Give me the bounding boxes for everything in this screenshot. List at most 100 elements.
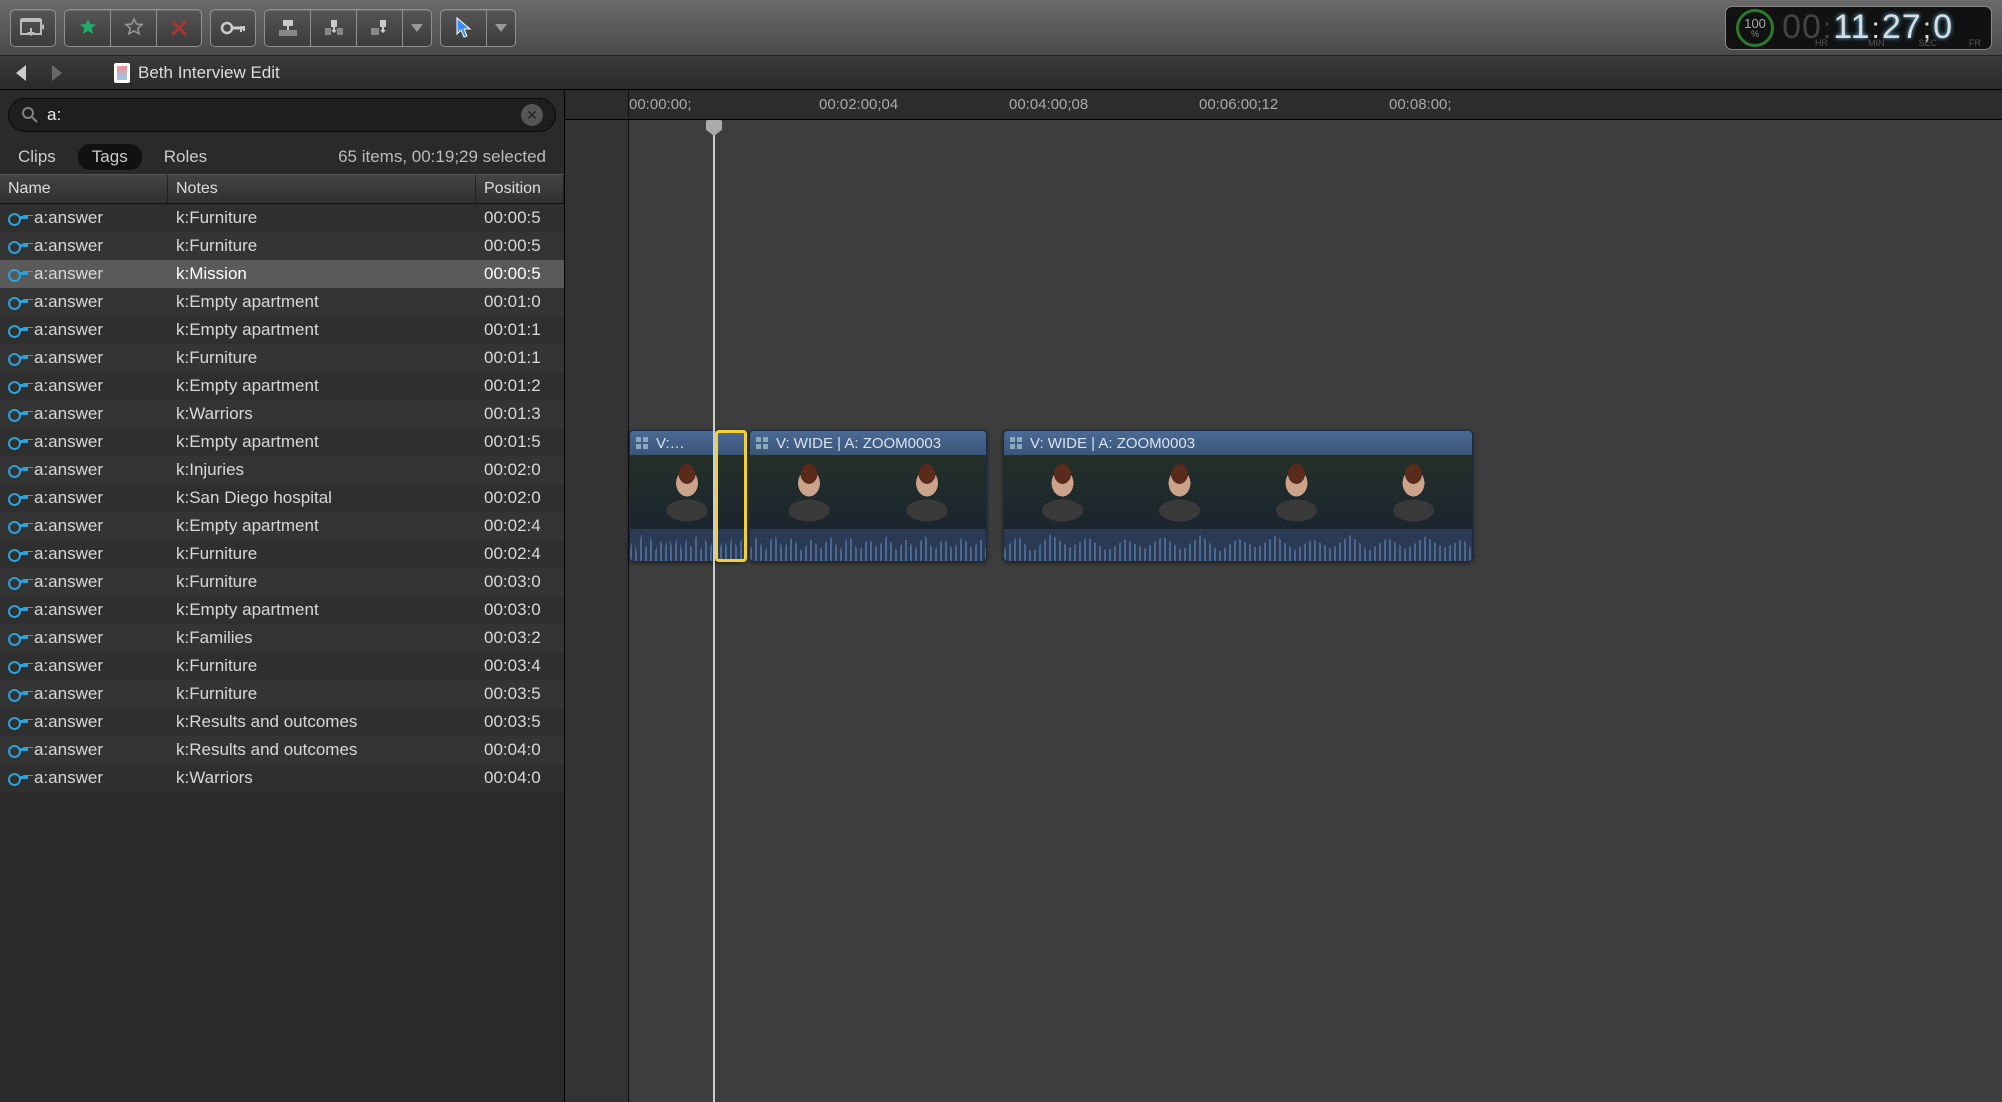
timeline-clip[interactable]: V:… [629, 430, 745, 562]
table-row[interactable]: a:answerk:Furniture00:02:4 [0, 540, 564, 568]
table-row[interactable]: a:answerk:Empty apartment00:01:1 [0, 316, 564, 344]
row-notes: k:Empty apartment [168, 600, 476, 620]
import-media-button[interactable] [10, 9, 56, 47]
table-row[interactable]: a:answerk:Furniture00:01:1 [0, 344, 564, 372]
row-notes: k:Furniture [168, 236, 476, 256]
timeline-gutter [565, 120, 629, 1102]
project-name[interactable]: Beth Interview Edit [114, 63, 280, 83]
table-row[interactable]: a:answerk:Results and outcomes00:04:0 [0, 736, 564, 764]
search-field[interactable]: ✕ [8, 98, 556, 132]
index-table-body[interactable]: a:answerk:Furniture00:00:5a:answerk:Furn… [0, 204, 564, 1102]
ruler-tick: 00:04:00;08 [1009, 96, 1088, 113]
index-filter-row: Clips Tags Roles 65 items, 00:19;29 sele… [0, 140, 564, 174]
project-icon [114, 63, 130, 83]
clip-waveform [1004, 529, 1472, 562]
reject-button[interactable] [156, 9, 202, 47]
table-row[interactable]: a:answerk:Warriors00:01:3 [0, 400, 564, 428]
filmstrip-icon [1010, 437, 1024, 449]
selection-tool-button[interactable] [440, 9, 486, 47]
row-notes: k:Furniture [168, 572, 476, 592]
table-row[interactable]: a:answerk:Furniture00:00:5 [0, 232, 564, 260]
row-notes: k:San Diego hospital [168, 488, 476, 508]
keyword-icon [8, 604, 28, 616]
row-notes: k:Mission [168, 264, 476, 284]
insert-button[interactable] [310, 9, 356, 47]
table-row[interactable]: a:answerk:San Diego hospital00:02:0 [0, 484, 564, 512]
table-row[interactable]: a:answerk:Empty apartment00:01:2 [0, 372, 564, 400]
row-name: a:answer [34, 600, 103, 620]
append-button[interactable] [356, 9, 402, 47]
tab-clips[interactable]: Clips [18, 147, 56, 167]
column-header-name[interactable]: Name [0, 175, 168, 203]
column-header-notes[interactable]: Notes [168, 175, 476, 203]
row-position: 00:02:0 [476, 488, 564, 508]
column-header-position[interactable]: Position [476, 175, 564, 203]
tools-dropdown[interactable] [486, 9, 516, 47]
render-percent-ring: 100 % [1736, 9, 1774, 47]
table-row[interactable]: a:answerk:Empty apartment00:02:4 [0, 512, 564, 540]
row-notes: k:Furniture [168, 348, 476, 368]
row-notes: k:Empty apartment [168, 376, 476, 396]
row-notes: k:Results and outcomes [168, 740, 476, 760]
clip-label: V:… [656, 435, 685, 452]
table-row[interactable]: a:answerk:Furniture00:03:0 [0, 568, 564, 596]
rating-group [64, 9, 202, 47]
filmstrip-icon [756, 437, 770, 449]
row-position: 00:01:3 [476, 404, 564, 424]
index-table-header: Name Notes Position [0, 174, 564, 204]
table-row[interactable]: a:answerk:Furniture00:03:5 [0, 680, 564, 708]
row-position: 00:01:1 [476, 348, 564, 368]
row-name: a:answer [34, 432, 103, 452]
timeline-clip[interactable]: V: WIDE | A: ZOOM0003 [749, 430, 987, 562]
project-bar: Beth Interview Edit [0, 56, 2002, 90]
video-track[interactable]: V:… V: WIDE | A: ZOOM0003 V: WIDE | A: ZOO… [629, 430, 2002, 562]
table-row[interactable]: a:answerk:Empty apartment00:01:5 [0, 428, 564, 456]
row-position: 00:03:2 [476, 628, 564, 648]
main-toolbar: 100 % 00: 11: 27; 0 HR MIN SEC FR [0, 0, 2002, 56]
table-row[interactable]: a:answerk:Injuries00:02:0 [0, 456, 564, 484]
row-notes: k:Furniture [168, 208, 476, 228]
clip-label: V: WIDE | A: ZOOM0003 [776, 435, 941, 452]
keyword-icon [8, 632, 28, 644]
favorite-button[interactable] [64, 9, 110, 47]
table-row[interactable]: a:answerk:Empty apartment00:01:0 [0, 288, 564, 316]
timeline-panel: 00:00:00;00:02:00;0400:04:00;0800:06:00;… [565, 90, 2002, 1102]
connect-button[interactable] [264, 9, 310, 47]
clear-search-button[interactable]: ✕ [521, 104, 543, 126]
table-row[interactable]: a:answerk:Results and outcomes00:03:5 [0, 708, 564, 736]
row-name: a:answer [34, 404, 103, 424]
tab-tags[interactable]: Tags [78, 144, 142, 170]
history-back-button[interactable] [12, 63, 32, 83]
keyword-icon [8, 436, 28, 448]
timeline-body[interactable]: V:… V: WIDE | A: ZOOM0003 V: WIDE | A: ZOO… [565, 120, 2002, 1102]
row-position: 00:03:4 [476, 656, 564, 676]
row-position: 00:01:1 [476, 320, 564, 340]
table-row[interactable]: a:answerk:Furniture00:00:5 [0, 204, 564, 232]
unrate-button[interactable] [110, 9, 156, 47]
search-input[interactable] [39, 105, 521, 125]
row-position: 00:01:5 [476, 432, 564, 452]
table-row[interactable]: a:answerk:Warriors00:04:0 [0, 764, 564, 792]
edit-tools-group [264, 9, 432, 47]
row-notes: k:Injuries [168, 460, 476, 480]
table-row[interactable]: a:answerk:Families00:03:2 [0, 624, 564, 652]
timeline-clip[interactable]: V: WIDE | A: ZOOM0003 [1003, 430, 1473, 562]
table-row[interactable]: a:answer k:Empty apartment00:03:0 [0, 596, 564, 624]
table-row[interactable]: a:answerk:Mission00:00:5 [0, 260, 564, 288]
row-name: a:answer [34, 460, 103, 480]
timeline-ruler[interactable]: 00:00:00;00:02:00;0400:04:00;0800:06:00;… [565, 90, 2002, 120]
playhead[interactable] [713, 120, 715, 1102]
keyword-icon [8, 296, 28, 308]
row-name: a:answer [34, 320, 103, 340]
tab-roles[interactable]: Roles [164, 147, 207, 167]
table-row[interactable]: a:answerk:Furniture00:03:4 [0, 652, 564, 680]
row-position: 00:00:5 [476, 208, 564, 228]
row-position: 00:03:0 [476, 600, 564, 620]
keyword-editor-button[interactable] [210, 9, 256, 47]
clip-thumbnails [630, 455, 744, 529]
row-name: a:answer [34, 292, 103, 312]
row-position: 00:03:5 [476, 712, 564, 732]
row-name: a:answer [34, 544, 103, 564]
edit-tools-dropdown[interactable] [402, 9, 432, 47]
row-position: 00:02:4 [476, 516, 564, 536]
